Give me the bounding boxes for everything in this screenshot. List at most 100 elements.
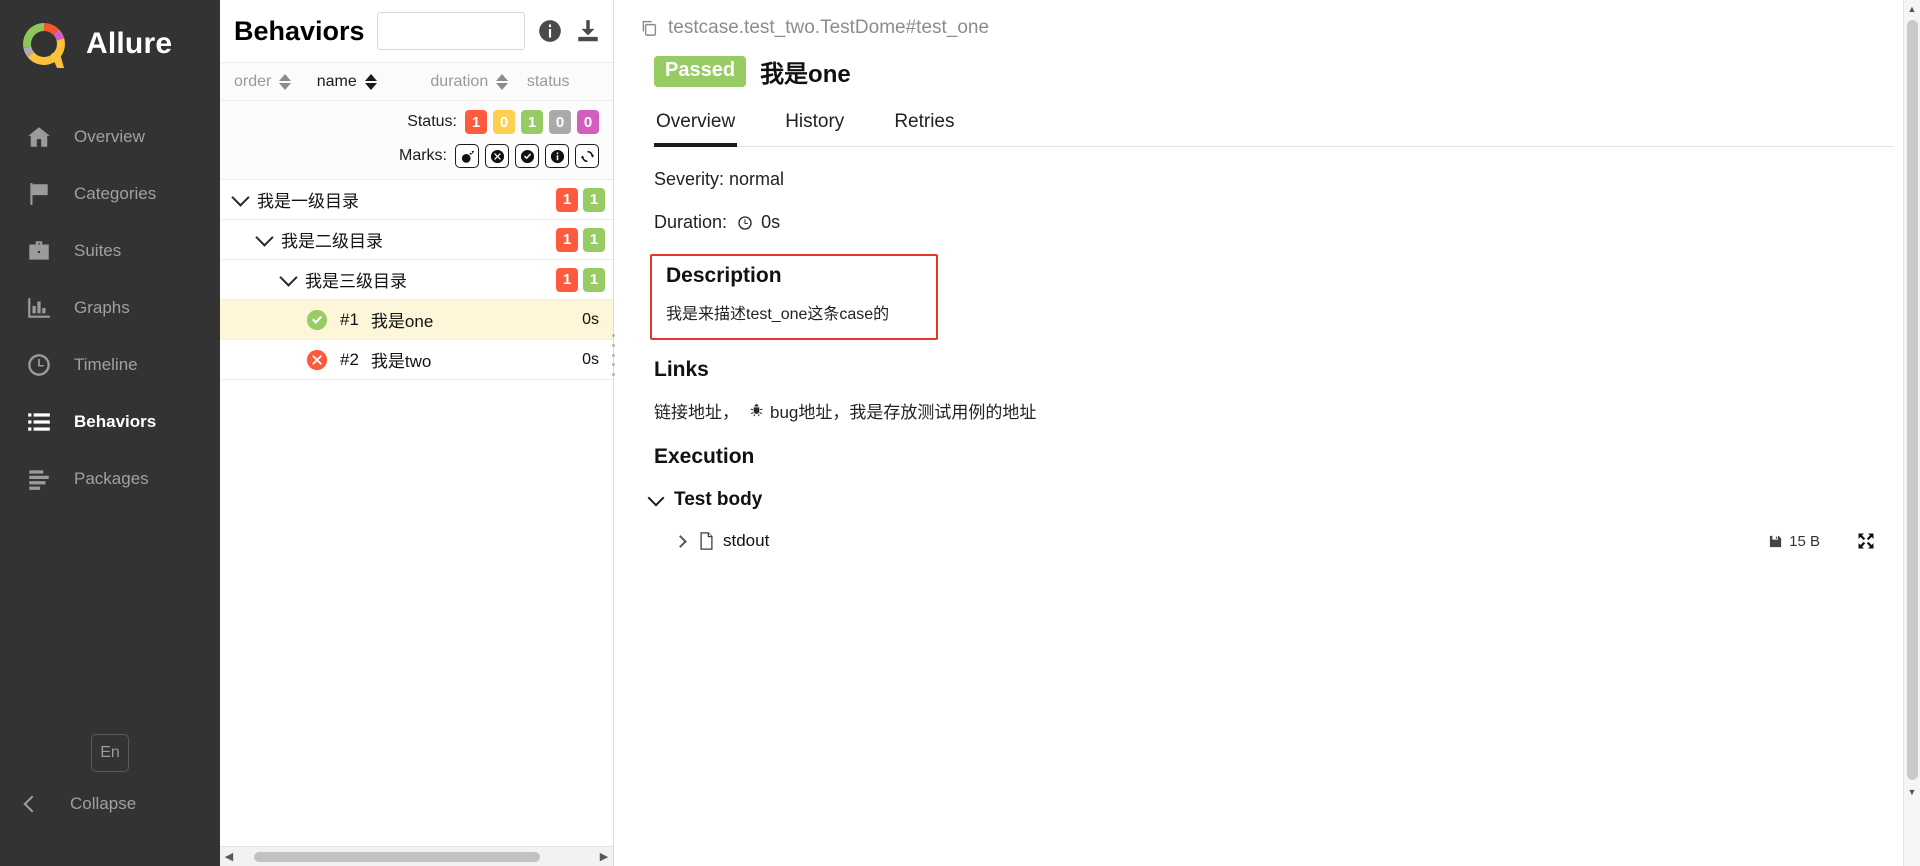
sidebar-item-graphs[interactable]: Graphs bbox=[0, 279, 220, 336]
status-filter-passed[interactable]: 1 bbox=[521, 110, 543, 134]
sidebar-item-overview[interactable]: Overview bbox=[0, 108, 220, 165]
chevron-down-icon bbox=[231, 187, 250, 207]
detail-content: testcase.test_two.TestDome#test_one Pass… bbox=[614, 0, 1920, 551]
sidebar: Allure Overview Categories Suites Graphs… bbox=[0, 0, 226, 866]
status-filter-unknown[interactable]: 0 bbox=[577, 110, 599, 134]
flag-icon bbox=[26, 181, 52, 207]
column-label: duration bbox=[430, 72, 489, 90]
links-line: 链接地址， bug地址，我是存放测试用例的地址 bbox=[654, 398, 1894, 423]
scroll-left-arrow-icon[interactable]: ◀ bbox=[220, 847, 238, 866]
attachment-row[interactable]: stdout 15 B bbox=[674, 531, 1894, 551]
status-filter-failed[interactable]: 1 bbox=[465, 110, 487, 134]
copy-icon[interactable] bbox=[640, 19, 658, 37]
brand[interactable]: Allure bbox=[0, 0, 220, 88]
sidebar-item-label: Packages bbox=[74, 468, 149, 488]
chevron-right-icon bbox=[674, 534, 687, 548]
clock-icon bbox=[737, 215, 753, 236]
duration-label: Duration: bbox=[654, 212, 728, 232]
tree-group-level1[interactable]: 我是一级目录 1 1 bbox=[220, 180, 613, 220]
home-icon bbox=[26, 124, 52, 150]
panel-resize-handle[interactable] bbox=[609, 330, 617, 380]
sidebar-item-packages[interactable]: Packages bbox=[0, 450, 220, 507]
list-icon bbox=[26, 409, 52, 435]
group-badges: 1 1 bbox=[556, 267, 605, 292]
vertical-scrollbar[interactable]: ▲ ▼ bbox=[1903, 0, 1920, 866]
breadcrumb[interactable]: testcase.test_two.TestDome#test_one bbox=[640, 12, 1894, 44]
tab-retries[interactable]: Retries bbox=[892, 111, 956, 147]
info-circle-icon[interactable] bbox=[537, 18, 563, 44]
sidebar-item-label: Overview bbox=[74, 126, 145, 146]
sort-arrows-icon bbox=[496, 73, 509, 90]
link-text-after[interactable]: bug地址，我是存放测试用例的地址 bbox=[770, 398, 1036, 423]
status-badge: Passed bbox=[654, 56, 747, 87]
collapse-button[interactable]: Collapse bbox=[0, 794, 220, 814]
test-body-label: Test body bbox=[674, 489, 763, 510]
attachment-meta: 15 B bbox=[1768, 531, 1894, 551]
scroll-right-arrow-icon[interactable]: ▶ bbox=[595, 847, 613, 866]
test-case-row-1[interactable]: #1 我是one 0s bbox=[220, 300, 613, 340]
info-circle-mark-icon[interactable] bbox=[545, 144, 569, 168]
language-button[interactable]: En bbox=[91, 734, 129, 772]
sidebar-nav: Overview Categories Suites Graphs Timeli… bbox=[0, 108, 220, 507]
sidebar-item-timeline[interactable]: Timeline bbox=[0, 336, 220, 393]
group-label: 我是二级目录 bbox=[281, 232, 383, 251]
sidebar-item-label: Timeline bbox=[74, 354, 138, 374]
case-title: 我是one bbox=[760, 61, 851, 88]
x-circle-icon[interactable] bbox=[485, 144, 509, 168]
horizontal-scrollbar[interactable]: ◀ ▶ bbox=[220, 846, 613, 866]
bomb-icon[interactable] bbox=[455, 144, 479, 168]
sidebar-item-label: Categories bbox=[74, 183, 157, 203]
duration-line: Duration: 0s bbox=[654, 212, 1894, 236]
column-duration[interactable]: duration bbox=[430, 73, 526, 91]
tab-overview[interactable]: Overview bbox=[654, 111, 738, 147]
chevron-left-icon bbox=[23, 795, 41, 813]
behaviors-tree-panel: Behaviors order name duration status Sta… bbox=[220, 0, 617, 866]
column-order[interactable]: order bbox=[234, 73, 317, 91]
test-detail-panel: testcase.test_two.TestDome#test_one Pass… bbox=[614, 0, 1920, 866]
sidebar-item-behaviors[interactable]: Behaviors bbox=[0, 393, 220, 450]
group-badge-failed: 1 bbox=[556, 227, 578, 252]
layers-icon bbox=[26, 466, 52, 492]
test-body-toggle[interactable]: Test body bbox=[647, 489, 1894, 511]
group-badge-failed: 1 bbox=[556, 267, 578, 292]
tree-body: 我是一级目录 1 1 我是二级目录 1 1 我是三级目录 1 1 #1 我是on… bbox=[220, 180, 613, 846]
column-status[interactable]: status bbox=[527, 73, 613, 91]
marks-filter-label: Marks: bbox=[399, 147, 447, 164]
duration-value: 0s bbox=[761, 212, 781, 232]
status-filter-broken[interactable]: 0 bbox=[493, 110, 515, 134]
scroll-down-arrow-icon[interactable]: ▼ bbox=[1904, 783, 1920, 800]
expand-icon[interactable] bbox=[1856, 531, 1876, 551]
link-text-before[interactable]: 链接地址， bbox=[654, 398, 739, 423]
clock-icon bbox=[26, 352, 52, 378]
sidebar-footer: En Collapse bbox=[0, 734, 220, 866]
sidebar-item-categories[interactable]: Categories bbox=[0, 165, 220, 222]
sidebar-item-suites[interactable]: Suites bbox=[0, 222, 220, 279]
description-heading: Description bbox=[666, 264, 782, 287]
tree-group-level3[interactable]: 我是三级目录 1 1 bbox=[220, 260, 613, 300]
breadcrumb-text: testcase.test_two.TestDome#test_one bbox=[668, 17, 990, 38]
tree-group-level2[interactable]: 我是二级目录 1 1 bbox=[220, 220, 613, 260]
search-input[interactable] bbox=[376, 12, 525, 50]
status-filter-skipped[interactable]: 0 bbox=[549, 110, 571, 134]
retry-icon[interactable] bbox=[575, 144, 599, 168]
horizontal-scroll-track[interactable] bbox=[238, 847, 595, 866]
horizontal-scroll-thumb[interactable] bbox=[254, 851, 540, 862]
allure-report-app: Allure Overview Categories Suites Graphs… bbox=[0, 0, 1920, 866]
group-badges: 1 1 bbox=[556, 227, 605, 252]
column-name[interactable]: name bbox=[317, 73, 431, 91]
attachment-size-text: 15 B bbox=[1789, 532, 1820, 550]
detail-tabs: Overview History Retries bbox=[654, 111, 1894, 147]
vertical-scroll-thumb[interactable] bbox=[1906, 20, 1918, 780]
test-name: 我是one bbox=[370, 312, 434, 331]
download-icon[interactable] bbox=[575, 18, 601, 44]
scroll-up-arrow-icon[interactable]: ▲ bbox=[1904, 0, 1920, 17]
tab-history[interactable]: History bbox=[783, 111, 846, 147]
test-case-row-2[interactable]: #2 我是two 0s bbox=[220, 340, 613, 380]
tree-header: Behaviors bbox=[220, 0, 613, 63]
column-label: name bbox=[316, 72, 357, 90]
chevron-down-icon bbox=[647, 489, 665, 506]
tree-columns: order name duration status bbox=[220, 63, 613, 101]
marks-filter-row: Marks: bbox=[234, 141, 599, 171]
chevron-down-icon bbox=[279, 267, 298, 287]
check-circle-icon[interactable] bbox=[515, 144, 539, 168]
